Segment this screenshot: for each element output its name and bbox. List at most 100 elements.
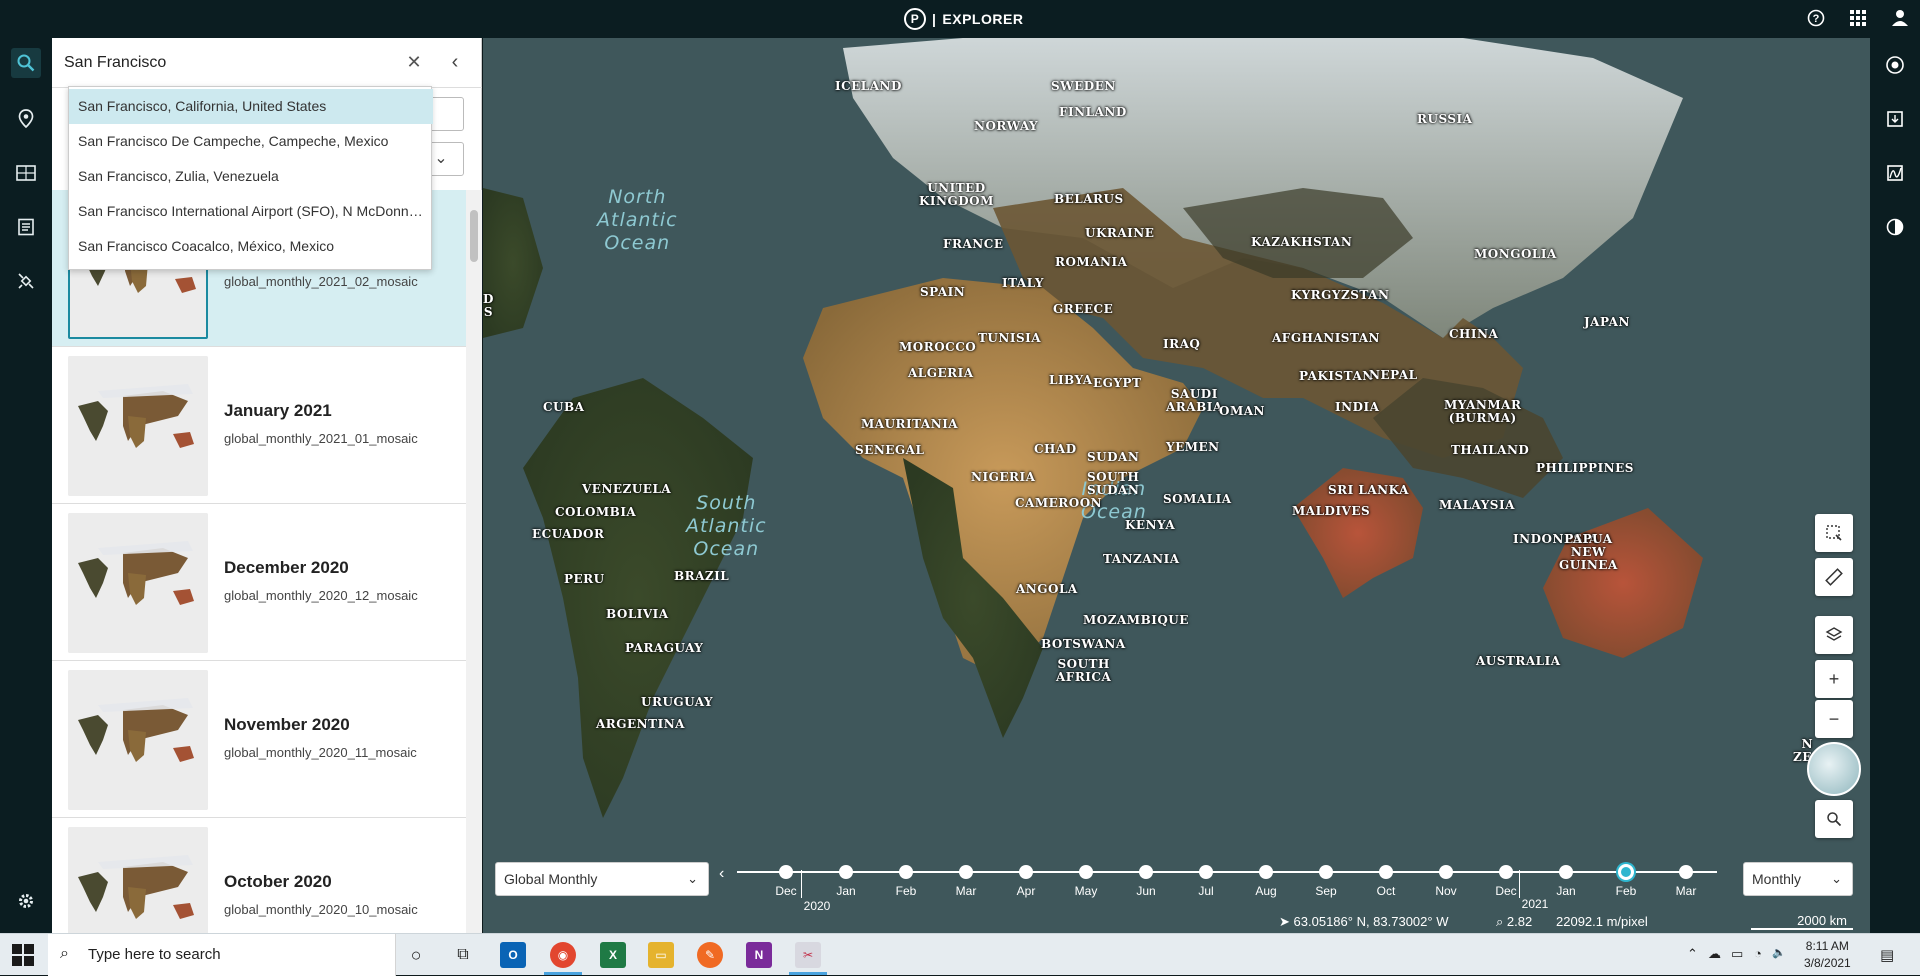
settings-gear-icon[interactable] [11,886,41,916]
onenote-icon[interactable]: N [746,942,772,968]
timeline-month-label[interactable]: Jan [836,884,855,898]
analytics-icon[interactable] [1882,160,1908,186]
country-label: COLOMBIA [555,505,637,519]
windows-start-icon[interactable] [12,944,34,966]
timeline-point[interactable] [1679,865,1693,879]
taskbar-search-box[interactable]: ⌕ Type here to search [48,934,396,976]
network-icon[interactable]: ◔ [1754,946,1762,961]
timeline-month-label[interactable]: Oct [1377,884,1396,898]
task-view-icon[interactable]: ⧉ [450,942,476,968]
world-thumbnail-icon [68,827,208,933]
cortana-icon[interactable]: ○ [403,942,429,968]
select-area-icon[interactable] [1815,514,1853,552]
country-label: MALAYSIA [1439,498,1515,512]
timeline-point[interactable] [1079,865,1093,879]
volume-icon[interactable]: 🔈 [1772,946,1786,959]
show-hidden-icons-icon[interactable]: ⌃ [1687,946,1698,962]
timeline-month-label[interactable]: Feb [1616,884,1637,898]
timeline-point[interactable] [959,865,973,879]
timeline-month-label[interactable]: Dec [1495,884,1516,898]
battery-icon[interactable]: ▭ [1731,946,1743,962]
measure-ruler-icon[interactable] [1815,558,1853,596]
timeline-month-label[interactable]: Nov [1435,884,1456,898]
world-thumbnail-icon [68,513,208,653]
outlook-icon[interactable]: O [500,942,526,968]
apps-grid-icon[interactable] [1848,8,1868,28]
mosaic-title: October 2020 [224,872,332,891]
zoom-search-icon[interactable] [1815,800,1853,838]
location-pin-icon[interactable] [11,104,41,134]
timeline-point[interactable] [1379,865,1393,879]
collapse-panel-chevron-left-icon[interactable]: ‹ [444,52,466,74]
search-icon[interactable] [11,48,41,78]
timeline-current-point[interactable] [1618,864,1634,880]
mosaic-list-item[interactable]: November 2020 global_monthly_2020_11_mos… [52,661,466,818]
mosaic-list-item[interactable]: October 2020 global_monthly_2020_10_mosa… [52,818,466,933]
timeline-month-label[interactable]: Dec [775,884,796,898]
map-areas-icon[interactable] [11,158,41,188]
timeline-point[interactable] [1139,865,1153,879]
timeline-month-label[interactable]: Mar [1676,884,1697,898]
timeline-month-label[interactable]: Jun [1136,884,1155,898]
timeline-month-label[interactable]: Apr [1017,884,1036,898]
mosaic-list-item[interactable]: December 2020 global_monthly_2020_12_mos… [52,504,466,661]
compare-icon[interactable] [1882,52,1908,78]
zoom-out-icon[interactable]: − [1815,700,1853,738]
satellite-tasking-icon[interactable] [11,266,41,296]
timeline-month-label[interactable]: Jan [1556,884,1575,898]
zoom-in-icon[interactable]: + [1815,660,1853,698]
postman-icon[interactable]: ✎ [697,942,723,968]
excel-icon[interactable]: X [600,942,626,968]
suggestion-item[interactable]: San Francisco De Campeche, Campeche, Mex… [69,124,433,159]
timeline-point[interactable] [1259,865,1273,879]
interval-select[interactable]: Monthly ⌄ [1743,862,1853,896]
timeline-month-label[interactable]: Aug [1255,884,1276,898]
brightness-contrast-icon[interactable] [1882,214,1908,240]
suggestion-item[interactable]: San Francisco Coacalco, México, Mexico [69,229,433,264]
suggestion-item[interactable]: San Francisco, California, United States [69,89,433,124]
suggestion-item[interactable]: San Francisco International Airport (SFO… [69,194,433,229]
timeline-month-label[interactable]: Mar [956,884,977,898]
timeline-point[interactable] [779,865,793,879]
app-brand[interactable]: P | EXPLORER [904,8,1023,30]
map-canvas[interactable]: North Atlantic Ocean South Atlantic Ocea… [483,38,1870,933]
timeline-point[interactable] [1499,865,1513,879]
layers-icon[interactable] [1815,616,1853,654]
scrollbar-thumb[interactable] [470,210,478,262]
export-icon[interactable] [1882,106,1908,132]
timeline-point[interactable] [839,865,853,879]
country-label: ROMANIA [1055,255,1128,269]
notifications-icon[interactable]: ▤ [1880,946,1894,964]
timeline-point[interactable] [1559,865,1573,879]
timeline-month-label[interactable]: Feb [896,884,917,898]
suggestion-item[interactable]: San Francisco, Zulia, Venezuela [69,159,433,194]
country-label: AFGHANISTAN [1272,331,1381,345]
search-input[interactable] [64,48,404,78]
country-label: GREECE [1053,302,1114,316]
account-icon[interactable] [1890,8,1910,28]
mosaic-title: November 2020 [224,715,350,734]
onedrive-cloud-icon[interactable]: ☁ [1708,946,1721,962]
file-explorer-icon[interactable]: ▭ [648,942,674,968]
timeline-month-label[interactable]: May [1075,884,1098,898]
globe-view-icon[interactable] [1807,742,1861,796]
system-clock[interactable]: 8:11 AM 3/8/2021 [1804,938,1851,972]
help-icon[interactable]: ? [1806,8,1826,28]
timeline-month-label[interactable]: Sep [1315,884,1336,898]
mosaic-type-select[interactable]: Global Monthly ⌄ [495,862,709,896]
timeline-point[interactable] [899,865,913,879]
timeline-point[interactable] [1439,865,1453,879]
timeline-point[interactable] [1199,865,1213,879]
timeline-prev-chevron-icon[interactable]: ‹ [719,865,724,883]
timeline-month-label[interactable]: Jul [1198,884,1213,898]
country-label: PHILIPPINES [1536,461,1634,475]
chrome-icon[interactable]: ◉ [550,942,576,968]
list-scrollbar[interactable] [466,190,482,933]
timeline-point[interactable] [1019,865,1033,879]
snipping-tool-icon[interactable]: ✂ [795,942,821,968]
timeline-point[interactable] [1319,865,1333,879]
mosaic-list-item[interactable]: January 2021 global_monthly_2021_01_mosa… [52,347,466,504]
country-label: VENEZUELA [582,482,672,496]
orders-list-icon[interactable] [11,212,41,242]
clear-search-button[interactable]: ✕ [404,52,424,72]
